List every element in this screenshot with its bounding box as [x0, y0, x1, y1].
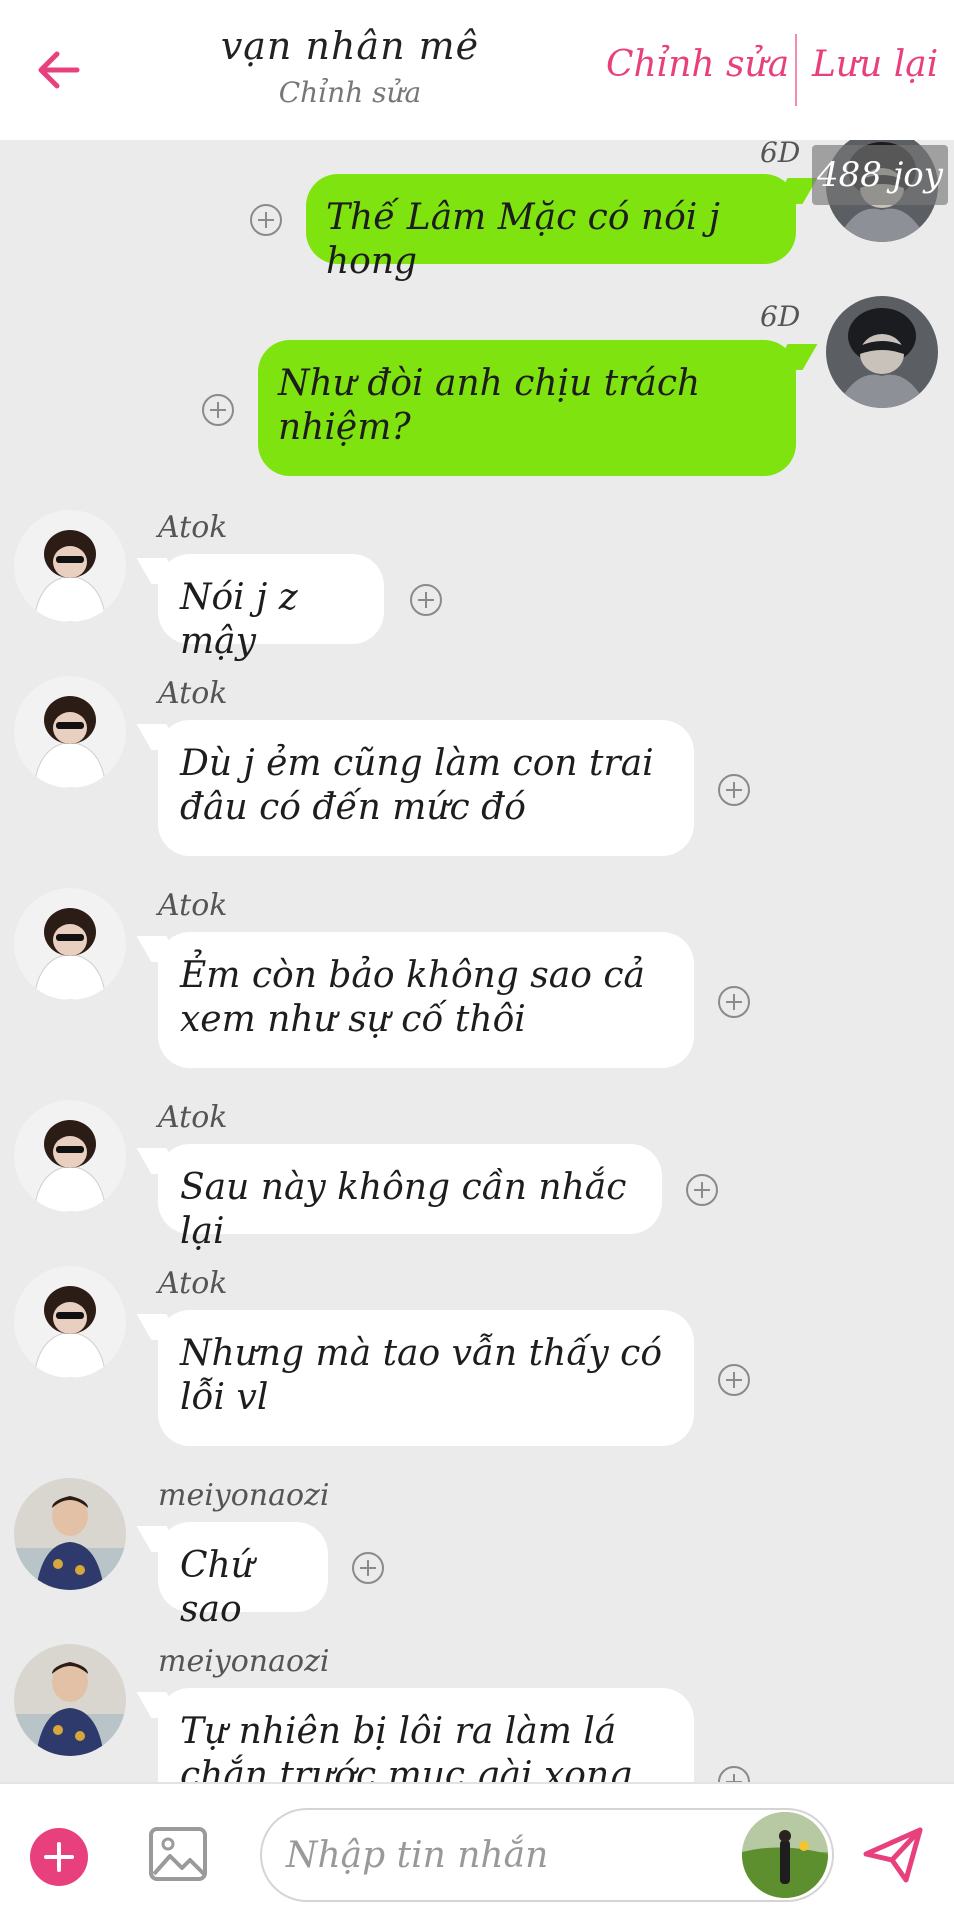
image-icon [149, 1827, 207, 1881]
sender-name: Atok [158, 510, 228, 545]
avatar-image [14, 510, 126, 622]
plus-circle-icon[interactable] [250, 204, 282, 236]
message-tag: 6D [760, 300, 801, 333]
header-divider [795, 34, 797, 106]
message-bubble[interactable]: Như đòi anh chịu trách nhiệm? [258, 340, 796, 476]
selected-character-avatar[interactable] [742, 1812, 828, 1898]
top-bar: vạn nhân mê Chỉnh sửa Chỉnh sửa Lưu lại [0, 0, 954, 140]
save-button[interactable]: Lưu lại [812, 44, 938, 85]
avatar-image [14, 676, 126, 788]
send-icon [863, 1827, 923, 1883]
message-bubble[interactable]: Tự nhiên bị lôi ra làm lá chắn trước mục… [158, 1688, 694, 1782]
plus-circle-icon[interactable] [718, 1766, 750, 1782]
plus-circle-icon[interactable] [410, 584, 442, 616]
avatar-image [742, 1812, 828, 1898]
plus-circle-icon[interactable] [686, 1174, 718, 1206]
avatar[interactable] [826, 296, 938, 408]
sender-name: Atok [158, 888, 228, 923]
avatar[interactable] [14, 1644, 126, 1756]
message-bubble[interactable]: Thế Lâm Mặc có nói j hong [306, 174, 796, 282]
add-attachment-button[interactable] [30, 1828, 88, 1886]
avatar-image [14, 1644, 126, 1756]
avatar-image [14, 1100, 126, 1212]
message-bubble[interactable]: Nhưng mà tao vẫn thấy có lỗi vl [158, 1310, 694, 1446]
arrow-left-icon [38, 51, 80, 89]
message-bubble[interactable]: Sau này không cần nhắc lại [158, 1144, 662, 1252]
image-button[interactable] [148, 1826, 208, 1882]
page-title: vạn nhân mê [220, 24, 480, 68]
avatar[interactable] [14, 1266, 126, 1378]
send-button[interactable] [862, 1824, 924, 1886]
edit-button[interactable]: Chỉnh sửa [606, 44, 789, 85]
sender-name: meiyonaozi [158, 1478, 330, 1513]
avatar-image [14, 888, 126, 1000]
plus-circle-icon[interactable] [718, 774, 750, 806]
avatar[interactable] [14, 1100, 126, 1212]
sender-name: Atok [158, 1100, 228, 1135]
sender-name: meiyonaozi [158, 1644, 330, 1679]
chat-area[interactable]: 6D Thế Lâm Mặc có nói j hong 488 joy 6D … [0, 140, 954, 1782]
avatar[interactable] [14, 1478, 126, 1590]
avatar-image [14, 1266, 126, 1378]
sender-name: Atok [158, 676, 228, 711]
message-input-placeholder: Nhập tin nhắn [286, 1834, 549, 1876]
avatar[interactable] [14, 676, 126, 788]
plus-circle-icon[interactable] [718, 986, 750, 1018]
back-button[interactable] [28, 40, 88, 100]
page-subtitle: Chỉnh sửa [278, 76, 422, 109]
avatar[interactable] [14, 888, 126, 1000]
message-tag: 6D [760, 140, 801, 169]
joy-badge: 488 joy [812, 145, 948, 205]
message-bubble[interactable]: Chứ sao [158, 1522, 328, 1630]
plus-circle-icon[interactable] [202, 394, 234, 426]
title-block: vạn nhân mê Chỉnh sửa [160, 24, 540, 109]
message-composer: Nhập tin nhắn [0, 1782, 954, 1920]
message-bubble[interactable]: Ẻm còn bảo không sao cả xem như sự cố th… [158, 932, 694, 1068]
sender-name: Atok [158, 1266, 228, 1301]
message-bubble[interactable]: Dù j ẻm cũng làm con trai đâu có đến mức… [158, 720, 694, 856]
avatar-image [14, 1478, 126, 1590]
message-bubble[interactable]: Nói j z mậy [158, 554, 384, 662]
avatar[interactable] [14, 510, 126, 622]
plus-circle-icon[interactable] [718, 1364, 750, 1396]
plus-circle-icon[interactable] [352, 1552, 384, 1584]
avatar-image [826, 296, 938, 408]
